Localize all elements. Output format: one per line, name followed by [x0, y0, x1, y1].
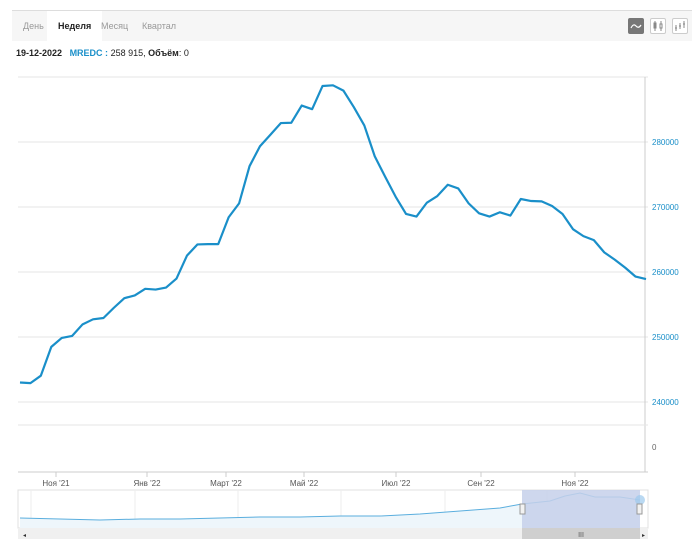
y-tick-label: 280000 [652, 138, 679, 147]
scroll-right-arrow-icon[interactable]: ▸ [642, 533, 645, 539]
x-tick-label: Май '22 [290, 479, 319, 488]
navigator-handle[interactable] [636, 503, 643, 515]
price-chart: 240000 250000 260000 270000 280000 0 Ноя '21 Ян… [17, 76, 679, 539]
y-tick-label: 240000 [652, 398, 679, 407]
x-tick-label: Ноя '22 [561, 479, 589, 488]
x-tick-label: Ноя '21 [42, 479, 70, 488]
x-tick-label: Март '22 [210, 479, 242, 488]
volume-axis-label: 0 [652, 443, 657, 452]
navigator-selection[interactable] [522, 490, 640, 528]
price-series-line [19, 84, 647, 385]
navigator-handle[interactable] [519, 503, 526, 515]
y-tick-label: 270000 [652, 203, 679, 212]
scrollbar-grip-icon: III [578, 532, 584, 539]
y-tick-label: 260000 [652, 268, 679, 277]
x-tick-label: Июл '22 [382, 479, 411, 488]
scroll-left-arrow-icon[interactable]: ◂ [23, 533, 26, 539]
x-tick-label: Янв '22 [133, 479, 161, 488]
x-tick-label: Сен '22 [467, 479, 495, 488]
y-tick-label: 250000 [652, 333, 679, 342]
